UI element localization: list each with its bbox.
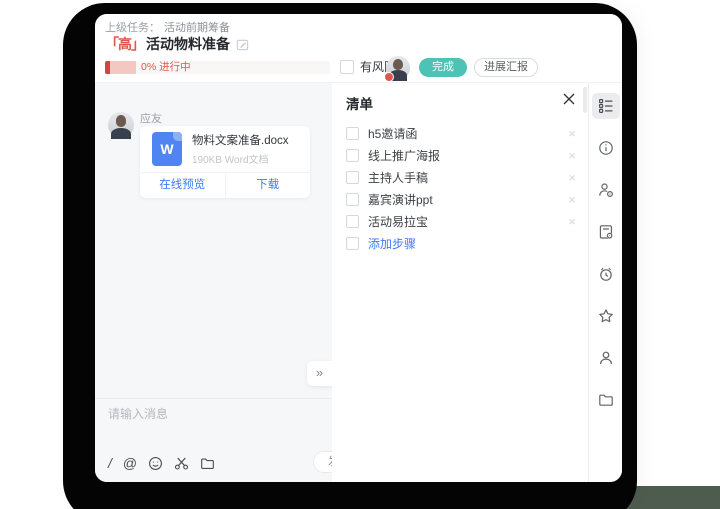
rail-item-assignee[interactable] [592, 177, 620, 203]
person-icon [599, 351, 612, 365]
item-checkbox[interactable] [346, 214, 359, 228]
sender-name: 应友 [140, 113, 162, 125]
chat-input-area: / @ [95, 398, 332, 482]
word-file-icon: W [152, 132, 182, 166]
file-texts: 物料文案准备.docx 190KB Word文档 [192, 132, 289, 166]
breadcrumb-label: 上级任务： [105, 22, 160, 34]
rail-item-info[interactable] [592, 135, 620, 161]
file-meta: 190KB Word文档 [192, 155, 269, 166]
side-rail [588, 83, 622, 482]
checklist-row: 嘉宾演讲ppt × [332, 188, 588, 210]
screenshot-scissors-icon[interactable] [174, 456, 189, 471]
file-actions: 在线预览 下载 [140, 172, 310, 198]
breadcrumb-parent-task-link[interactable]: 活动前期筹备 [164, 22, 230, 34]
send-button[interactable]: 发 [313, 451, 332, 473]
remove-item-icon[interactable]: × [568, 149, 576, 162]
risk-checkbox[interactable] [340, 60, 354, 74]
star-icon [598, 309, 613, 323]
remove-item-icon[interactable]: × [568, 215, 576, 228]
message-input[interactable] [108, 407, 308, 421]
rail-item-task-card[interactable] [592, 219, 620, 245]
task-header: 上级任务： 活动前期筹备 「高」 活动物料准备 0% 进行中 有风险 完成 进展… [95, 14, 622, 83]
progress-text: 0% 进行中 [141, 61, 191, 73]
checklist-row: h5邀请函 × [332, 122, 588, 144]
checklist-row: 活动易拉宝 × [332, 210, 588, 232]
checklist-panel: 清单 h5邀请函 × 线上推广海报 × 主持人手稿 × 嘉宾演讲ppt × 活动… [332, 83, 588, 482]
item-label: 活动易拉宝 [368, 214, 429, 229]
item-label: 主持人手稿 [368, 170, 429, 185]
page: 上级任务： 活动前期筹备 「高」 活动物料准备 0% 进行中 有风险 完成 进展… [0, 0, 720, 509]
checklist-steps-icon [598, 99, 612, 113]
task-detail-window: 上级任务： 活动前期筹备 「高」 活动物料准备 0% 进行中 有风险 完成 进展… [95, 14, 622, 482]
priority-tag: 「高」 [105, 36, 145, 52]
title-row: 「高」 活动物料准备 [105, 35, 249, 53]
remove-item-icon[interactable]: × [568, 127, 576, 140]
item-label: h5邀请函 [368, 126, 418, 141]
collapse-panel-button[interactable]: » [307, 361, 332, 386]
file-card-body: W 物料文案准备.docx 190KB Word文档 [140, 126, 310, 172]
breadcrumb: 上级任务： 活动前期筹备 [105, 19, 230, 35]
emoji-icon[interactable] [148, 456, 163, 471]
alarm-clock-icon [599, 267, 612, 281]
add-step-checkbox[interactable] [346, 236, 359, 250]
assignee-avatar[interactable] [384, 56, 410, 82]
file-attachment-card[interactable]: W 物料文案准备.docx 190KB Word文档 在线预览 下载 [140, 126, 310, 198]
task-title: 活动物料准备 [146, 36, 230, 52]
checklist-row: 主持人手稿 × [332, 166, 588, 188]
priority-badge-icon [384, 72, 394, 82]
item-checkbox[interactable] [346, 148, 359, 162]
rail-item-files[interactable] [592, 387, 620, 413]
checklist-title: 清单 [346, 97, 373, 112]
close-icon[interactable] [561, 91, 577, 107]
item-checkbox[interactable] [346, 170, 359, 184]
file-name: 物料文案准备.docx [192, 135, 289, 147]
chat-panel: 应友 W 物料文案准备.docx 190KB Word文档 在线预览 下载 » [95, 83, 332, 482]
item-label: 嘉宾演讲ppt [368, 192, 433, 207]
complete-button[interactable]: 完成 [419, 58, 467, 77]
chat-toolbar: / @ [108, 455, 215, 471]
person-gear-icon [598, 183, 613, 198]
sender-avatar[interactable] [108, 112, 134, 140]
item-checkbox[interactable] [346, 192, 359, 206]
checklist-items: h5邀请函 × 线上推广海报 × 主持人手稿 × 嘉宾演讲ppt × 活动易拉宝… [332, 122, 588, 254]
rail-item-checklist[interactable] [591, 93, 620, 119]
checklist-row: 线上推广海报 × [332, 144, 588, 166]
rail-item-favorite[interactable] [592, 303, 620, 329]
rail-item-profile[interactable] [592, 345, 620, 371]
item-label: 线上推广海报 [368, 148, 441, 163]
file-folder-icon[interactable] [200, 456, 215, 471]
progress-bar[interactable]: 0% 进行中 [105, 61, 330, 74]
item-checkbox[interactable] [346, 126, 359, 140]
remove-item-icon[interactable]: × [568, 193, 576, 206]
add-step-link[interactable]: 添加步骤 [368, 235, 416, 252]
edit-title-icon[interactable] [236, 38, 249, 51]
add-step-row: 添加步骤 [332, 232, 588, 254]
remove-item-icon[interactable]: × [568, 171, 576, 184]
file-preview-button[interactable]: 在线预览 [140, 173, 225, 198]
card-gear-icon [599, 225, 613, 239]
rail-item-reminder[interactable] [592, 261, 620, 287]
file-download-button[interactable]: 下载 [224, 173, 311, 198]
scrollbar-thumb[interactable] [583, 87, 587, 113]
info-icon [598, 141, 613, 155]
mention-icon[interactable]: @ [123, 455, 137, 471]
folder-icon [598, 394, 613, 406]
slash-command-icon[interactable]: / [108, 455, 112, 471]
progress-fill-light [110, 61, 136, 74]
progress-report-button[interactable]: 进展汇报 [474, 58, 538, 77]
